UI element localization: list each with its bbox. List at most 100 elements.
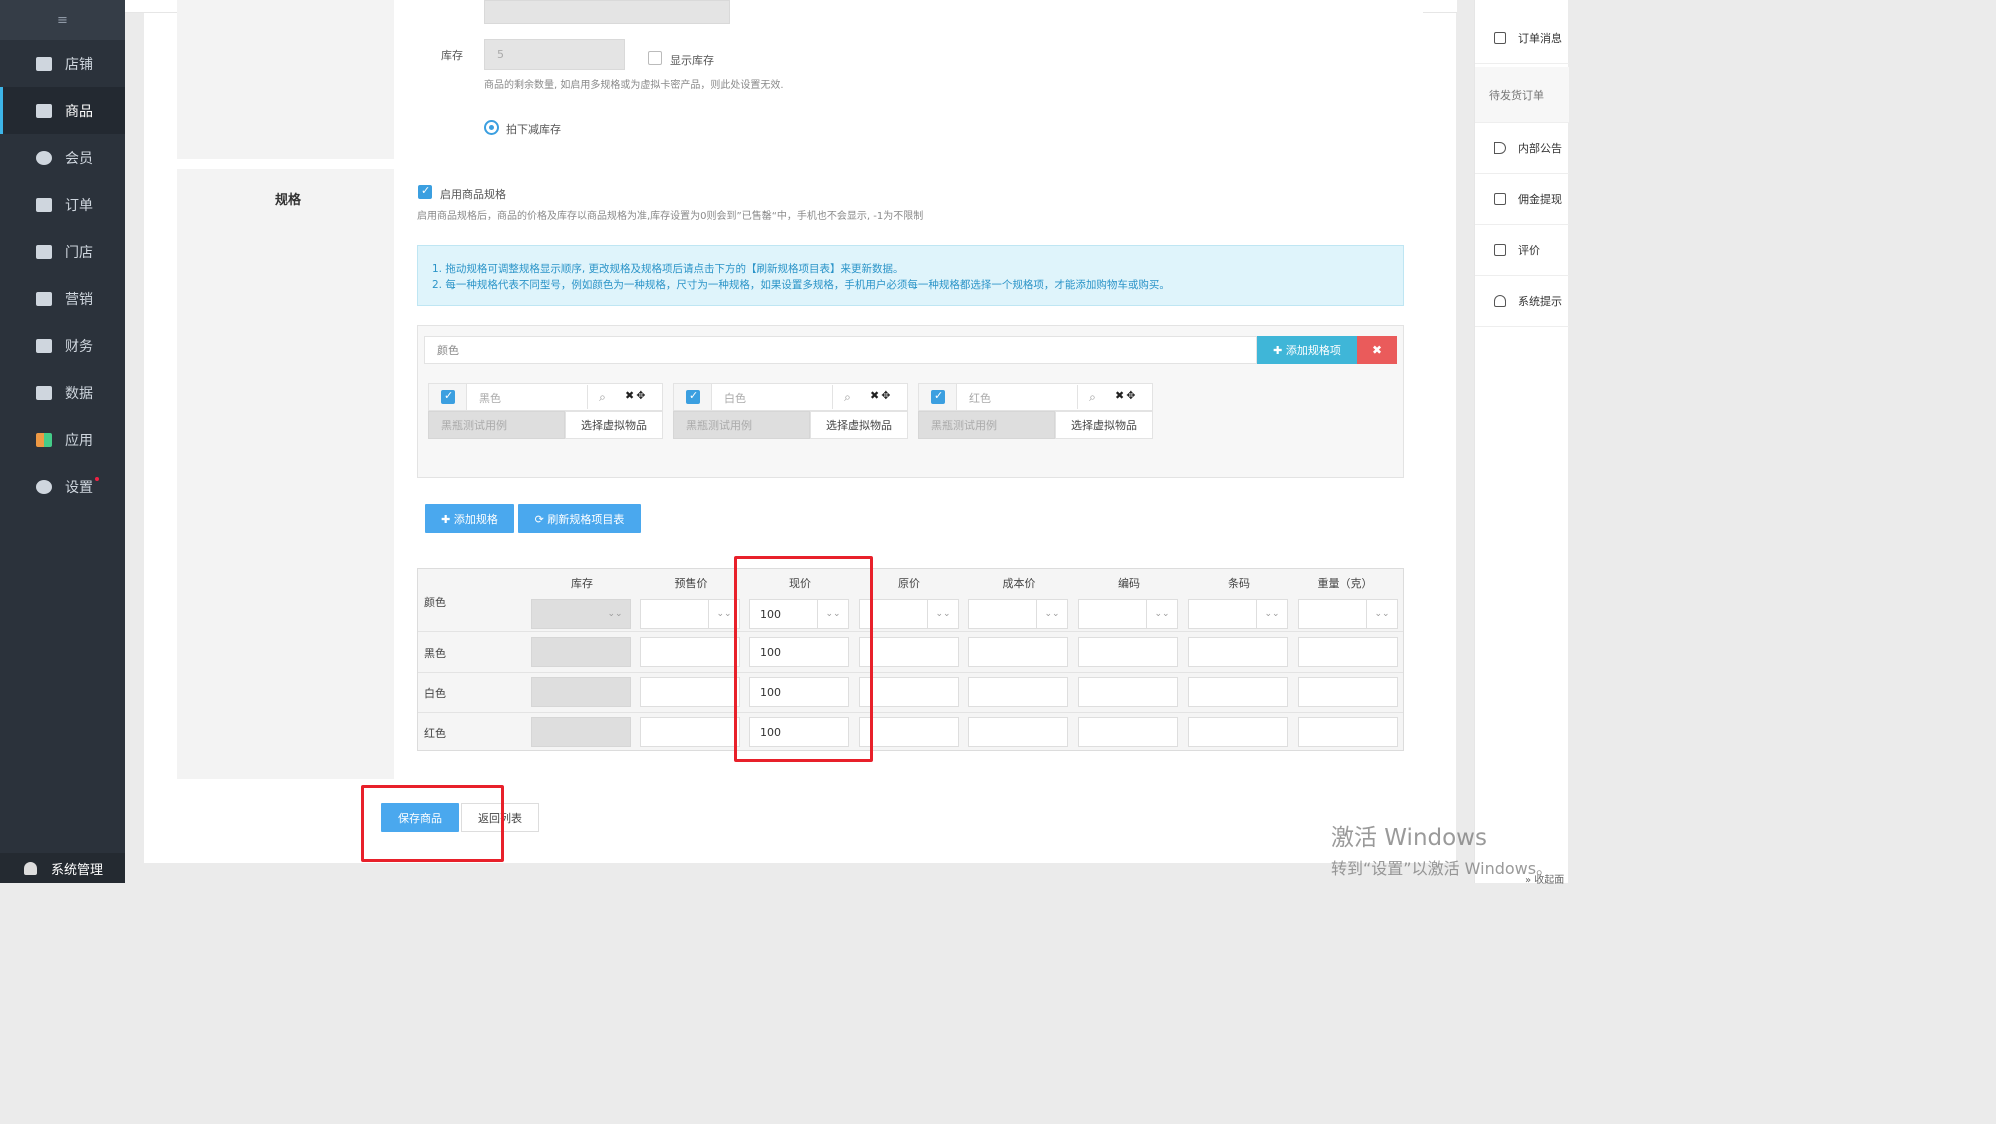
spec-item-value[interactable]: 黑色 xyxy=(479,390,501,406)
stock-input[interactable] xyxy=(531,717,631,747)
enable-spec-checkbox[interactable] xyxy=(418,184,432,199)
add-spec-item-button[interactable]: ✚ 添加规格项 xyxy=(1257,336,1357,364)
image-search-icon[interactable]: ⌕ xyxy=(587,385,617,409)
notification-dot xyxy=(95,477,99,481)
batch-weight-input[interactable]: ⌄⌄ xyxy=(1298,599,1398,629)
barcode-input[interactable] xyxy=(1188,637,1288,667)
sidebar-item-finance[interactable]: 财务 xyxy=(0,322,125,369)
gear-icon xyxy=(36,479,52,494)
code-input[interactable] xyxy=(1078,717,1178,747)
select-virtual-button[interactable]: 选择虚拟物品 xyxy=(810,411,908,439)
spec-item-checkbox[interactable] xyxy=(931,389,945,404)
original-price-input[interactable] xyxy=(859,637,959,667)
weight-input[interactable] xyxy=(484,0,730,24)
batch-cost-input[interactable]: ⌄⌄ xyxy=(968,599,1068,629)
spec-item-value[interactable]: 红色 xyxy=(969,390,991,406)
batch-barcode-input[interactable]: ⌄⌄ xyxy=(1188,599,1288,629)
row-label: 黑色 xyxy=(424,647,446,660)
sidebar-item-goods[interactable]: 商品 xyxy=(0,87,125,134)
cost-price-input[interactable] xyxy=(968,717,1068,747)
chevron-down-icon[interactable]: ⌄⌄ xyxy=(1256,600,1287,628)
batch-original-input[interactable]: ⌄⌄ xyxy=(859,599,959,629)
add-spec-button[interactable]: ✚ 添加规格 xyxy=(425,504,514,533)
presale-input[interactable] xyxy=(640,717,740,747)
barcode-input[interactable] xyxy=(1188,717,1288,747)
reduce-stock-radio[interactable] xyxy=(484,120,499,135)
original-price-input[interactable] xyxy=(859,677,959,707)
sidebar-item-settings[interactable]: 设置 xyxy=(0,463,125,510)
sidebar-toggle-icon[interactable]: ≡ xyxy=(0,0,125,40)
spec-item: 黑色 ⌕ ✖✥ 黑瓶测试用例 选择虚拟物品 xyxy=(428,383,663,439)
chevron-down-icon[interactable]: ⌄⌄ xyxy=(1146,600,1177,628)
sidebar-item-marketing[interactable]: 营销 xyxy=(0,275,125,322)
chevron-down-icon[interactable]: ⌄⌄ xyxy=(927,600,958,628)
spec-item-checkbox[interactable] xyxy=(686,389,700,404)
spec-name-input[interactable]: 颜色 xyxy=(424,336,1257,364)
system-admin-button[interactable]: 系统管理 xyxy=(0,853,125,883)
sidebar-item-label: 财务 xyxy=(65,338,93,355)
row-divider xyxy=(418,672,1403,673)
code-input[interactable] xyxy=(1078,637,1178,667)
row-divider xyxy=(418,631,1403,632)
collapse-panel-link[interactable]: » 收起面 xyxy=(1525,871,1564,886)
weight-input[interactable] xyxy=(1298,677,1398,707)
spec-group: 颜色 ✚ 添加规格项 ✖ 黑色 ⌕ ✖✥ 黑瓶测试用例 选择虚拟物品 白色 ⌕ … xyxy=(417,325,1404,478)
sidebar-item-shop[interactable]: 门店 xyxy=(0,228,125,275)
stock-input[interactable] xyxy=(531,637,631,667)
right-item-commission[interactable]: 佣金提现 xyxy=(1475,174,1569,225)
cost-price-input[interactable] xyxy=(968,677,1068,707)
virtual-item-input[interactable]: 黑瓶测试用例 xyxy=(428,411,565,439)
reduce-stock-label: 拍下减库存 xyxy=(506,123,561,136)
right-item-label: 评价 xyxy=(1518,244,1540,257)
delete-spec-button[interactable]: ✖ xyxy=(1357,336,1397,364)
batch-code-input[interactable]: ⌄⌄ xyxy=(1078,599,1178,629)
system-admin-label: 系统管理 xyxy=(51,862,104,878)
image-search-icon[interactable]: ⌕ xyxy=(832,385,862,409)
sku-table: 库存 预售价 现价 原价 成本价 编码 条码 重量（克） 颜色 黑色 白色 红色… xyxy=(417,568,1404,751)
row-divider xyxy=(418,712,1403,713)
sidebar-item-order[interactable]: 订单 xyxy=(0,181,125,228)
spec-item-value[interactable]: 白色 xyxy=(724,390,746,406)
batch-stock-input[interactable]: ⌄⌄ xyxy=(531,599,631,629)
refresh-spec-table-button[interactable]: ⟳ 刷新规格项目表 xyxy=(518,504,641,533)
chevron-down-icon[interactable]: ⌄⌄ xyxy=(1036,600,1067,628)
code-input[interactable] xyxy=(1078,677,1178,707)
remove-move-icon[interactable]: ✖✥ xyxy=(1115,389,1137,402)
original-price-input[interactable] xyxy=(859,717,959,747)
presale-input[interactable] xyxy=(640,637,740,667)
cost-price-input[interactable] xyxy=(968,637,1068,667)
image-search-icon[interactable]: ⌕ xyxy=(1077,385,1107,409)
show-stock-checkbox[interactable] xyxy=(648,51,662,65)
remove-move-icon[interactable]: ✖✥ xyxy=(870,389,892,402)
right-item-review[interactable]: 评价 xyxy=(1475,225,1569,276)
right-item-system-notice[interactable]: 系统提示 xyxy=(1475,276,1569,327)
virtual-item-input[interactable]: 黑瓶测试用例 xyxy=(673,411,810,439)
sidebar-item-data[interactable]: 数据 xyxy=(0,369,125,416)
remove-move-icon[interactable]: ✖✥ xyxy=(625,389,647,402)
apps-icon xyxy=(36,432,52,447)
right-item-announcement[interactable]: 内部公告 xyxy=(1475,123,1569,174)
enable-spec-label: 启用商品规格 xyxy=(440,188,506,201)
right-item-order-message[interactable]: 订单消息 xyxy=(1475,13,1569,64)
chevron-down-icon[interactable]: ⌄⌄ xyxy=(599,600,630,628)
stock-input[interactable] xyxy=(531,677,631,707)
stock-input[interactable]: 5 xyxy=(484,39,625,70)
chevron-down-icon[interactable]: ⌄⌄ xyxy=(1366,600,1397,628)
weight-input[interactable] xyxy=(1298,717,1398,747)
col-header-weight: 重量（克） xyxy=(1317,577,1373,590)
select-virtual-button[interactable]: 选择虚拟物品 xyxy=(1055,411,1153,439)
batch-presale-input[interactable]: ⌄⌄ xyxy=(640,599,740,629)
col-header-code: 编码 xyxy=(1118,577,1140,590)
sidebar-item-apps[interactable]: 应用 xyxy=(0,416,125,463)
sidebar-item-member[interactable]: 会员 xyxy=(0,134,125,181)
sidebar-item-label: 设置 xyxy=(65,479,93,496)
sidebar-item-store[interactable]: 店铺 xyxy=(0,40,125,87)
virtual-item-input[interactable]: 黑瓶测试用例 xyxy=(918,411,1055,439)
weight-input[interactable] xyxy=(1298,637,1398,667)
barcode-input[interactable] xyxy=(1188,677,1288,707)
spec-item-checkbox[interactable] xyxy=(441,389,455,404)
money-bag-icon xyxy=(36,338,52,353)
presale-input[interactable] xyxy=(640,677,740,707)
select-virtual-button[interactable]: 选择虚拟物品 xyxy=(565,411,663,439)
right-item-pending-shipment[interactable]: 待发货订单 xyxy=(1475,67,1569,123)
